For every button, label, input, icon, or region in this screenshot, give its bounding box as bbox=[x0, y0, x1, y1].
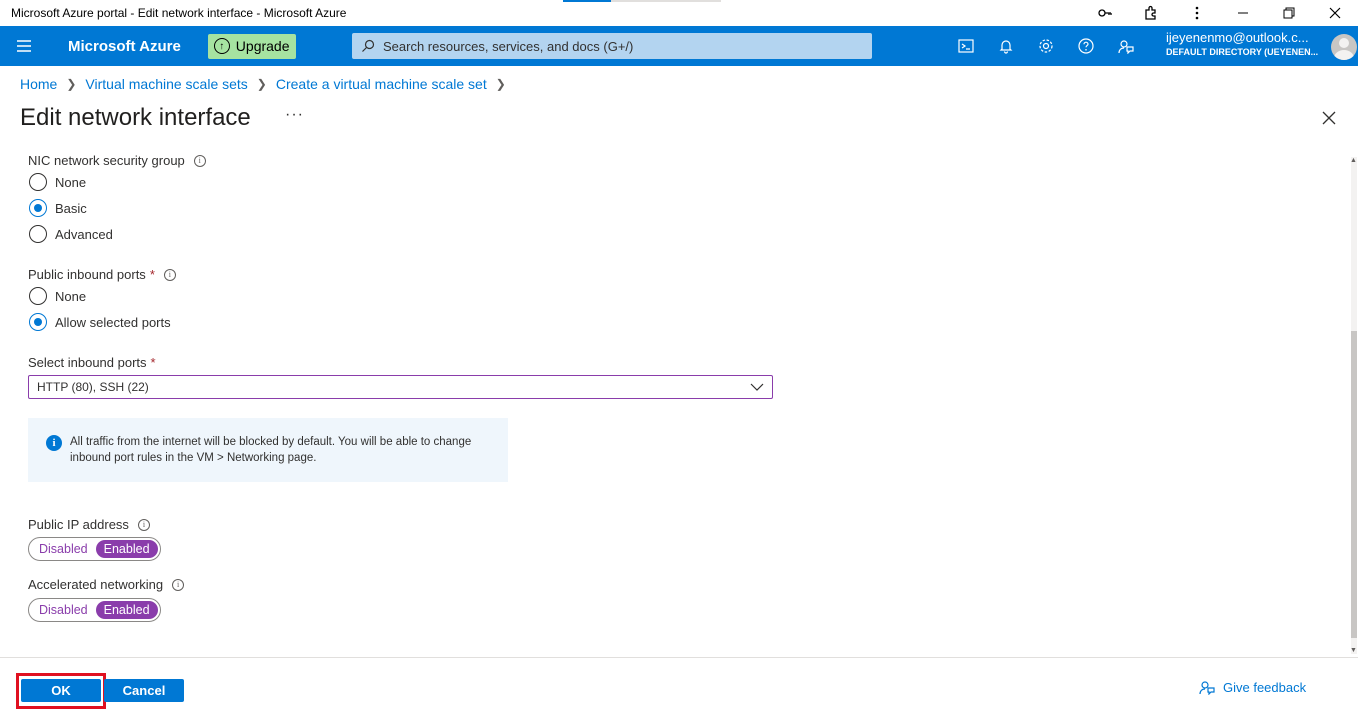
radio-inbound-none[interactable]: None bbox=[29, 287, 86, 305]
help-icon[interactable] bbox=[1066, 26, 1106, 66]
chevron-right-icon: ❯ bbox=[256, 77, 267, 91]
search-input[interactable]: Search resources, services, and docs (G+… bbox=[352, 33, 872, 59]
cancel-button[interactable]: Cancel bbox=[104, 679, 184, 702]
toggle-option-disabled[interactable]: Disabled bbox=[31, 601, 96, 619]
feedback-icon bbox=[1199, 681, 1215, 695]
radio-button[interactable] bbox=[29, 225, 47, 243]
breadcrumb-vmss[interactable]: Virtual machine scale sets bbox=[85, 76, 247, 92]
breadcrumb-home[interactable]: Home bbox=[20, 76, 57, 92]
give-feedback-link[interactable]: Give feedback bbox=[1199, 679, 1306, 695]
radio-button[interactable] bbox=[29, 313, 47, 331]
account-email: ijeyenenmo@outlook.c... bbox=[1166, 30, 1309, 45]
radio-inbound-allow[interactable]: Allow selected ports bbox=[29, 313, 171, 331]
scrollbar-thumb[interactable] bbox=[1351, 331, 1357, 638]
more-menu-icon[interactable] bbox=[1174, 0, 1220, 26]
chevron-right-icon: ❯ bbox=[495, 77, 506, 91]
inbound-ports-dropdown[interactable]: HTTP (80), SSH (22) bbox=[28, 375, 773, 399]
select-ports-label: Select inbound ports * bbox=[28, 355, 156, 370]
accelerated-label: Accelerated networking i bbox=[28, 577, 185, 592]
arrow-up-icon: ↑ bbox=[213, 38, 230, 54]
info-message: i All traffic from the internet will be … bbox=[28, 418, 508, 482]
form-content: NIC network security group i None Basic … bbox=[0, 150, 1348, 656]
scroll-up-icon[interactable]: ▲ bbox=[1350, 157, 1357, 164]
tab-indicator bbox=[563, 0, 611, 2]
breadcrumb-create-vmss[interactable]: Create a virtual machine scale set bbox=[276, 76, 487, 92]
info-icon[interactable]: i bbox=[163, 268, 176, 281]
nsg-label-text: NIC network security group bbox=[28, 153, 185, 168]
info-icon[interactable]: i bbox=[193, 154, 206, 167]
footer: OK Cancel Give feedback bbox=[0, 657, 1358, 725]
search-placeholder: Search resources, services, and docs (G+… bbox=[383, 38, 634, 54]
restore-icon[interactable] bbox=[1266, 0, 1312, 26]
chevron-right-icon: ❯ bbox=[66, 77, 77, 91]
radio-button[interactable] bbox=[29, 173, 47, 191]
info-filled-icon: i bbox=[46, 435, 62, 451]
chevron-down-icon bbox=[750, 383, 764, 391]
public-ip-toggle[interactable]: Disabled Enabled bbox=[28, 537, 161, 561]
toggle-option-disabled[interactable]: Disabled bbox=[31, 540, 96, 558]
toggle-option-enabled[interactable]: Enabled bbox=[95, 540, 158, 558]
search-icon bbox=[362, 39, 375, 52]
scrollbar[interactable]: ▲ ▼ bbox=[1349, 157, 1358, 654]
window-controls bbox=[1082, 0, 1358, 26]
public-inbound-label: Public inbound ports * i bbox=[28, 267, 176, 282]
account-menu[interactable]: ijeyenenmo@outlook.c... DEFAULT DIRECTOR… bbox=[1166, 30, 1326, 57]
accelerated-toggle[interactable]: Disabled Enabled bbox=[28, 598, 161, 622]
extensions-icon[interactable] bbox=[1128, 0, 1174, 26]
public-ip-label: Public IP address i bbox=[28, 517, 150, 532]
info-icon[interactable]: i bbox=[172, 578, 185, 591]
accelerated-label-text: Accelerated networking bbox=[28, 577, 164, 592]
radio-nsg-none[interactable]: None bbox=[29, 173, 86, 191]
give-feedback-label: Give feedback bbox=[1223, 679, 1307, 695]
topbar-actions bbox=[946, 26, 1146, 66]
page-title: Edit network interface bbox=[20, 104, 251, 131]
key-icon[interactable] bbox=[1082, 0, 1128, 26]
radio-label: Allow selected ports bbox=[55, 314, 171, 330]
tab-indicator-inactive bbox=[611, 0, 721, 2]
close-icon[interactable] bbox=[1321, 110, 1337, 126]
feedback-icon[interactable] bbox=[1106, 26, 1146, 66]
required-mark: * bbox=[149, 267, 155, 282]
radio-label: None bbox=[55, 288, 87, 304]
toggle-option-enabled[interactable]: Enabled bbox=[95, 601, 158, 619]
radio-label: None bbox=[55, 174, 87, 190]
account-directory: DEFAULT DIRECTORY (UEYENEN... bbox=[1166, 47, 1319, 57]
avatar[interactable] bbox=[1331, 34, 1357, 60]
upgrade-button[interactable]: ↑ Upgrade bbox=[207, 33, 296, 59]
dropdown-value: HTTP (80), SSH (22) bbox=[37, 380, 149, 394]
ok-button[interactable]: OK bbox=[21, 679, 101, 702]
radio-label: Basic bbox=[55, 200, 87, 216]
required-mark: * bbox=[150, 355, 156, 370]
select-ports-label-text: Select inbound ports bbox=[28, 355, 147, 370]
radio-button[interactable] bbox=[29, 199, 47, 217]
more-options-button[interactable]: ··· bbox=[285, 106, 304, 124]
radio-label: Advanced bbox=[55, 226, 113, 242]
cloud-shell-icon[interactable] bbox=[946, 26, 986, 66]
brand-link[interactable]: Microsoft Azure bbox=[68, 38, 181, 55]
window-titlebar: Microsoft Azure portal - Edit network in… bbox=[0, 0, 1358, 26]
menu-icon[interactable] bbox=[0, 26, 48, 66]
minimize-icon[interactable] bbox=[1220, 0, 1266, 26]
radio-button[interactable] bbox=[29, 287, 47, 305]
radio-nsg-advanced[interactable]: Advanced bbox=[29, 225, 113, 243]
notifications-icon[interactable] bbox=[986, 26, 1026, 66]
window-title: Microsoft Azure portal - Edit network in… bbox=[11, 6, 347, 20]
public-ip-label-text: Public IP address bbox=[28, 517, 129, 532]
close-window-icon[interactable] bbox=[1312, 0, 1358, 26]
public-inbound-label-text: Public inbound ports bbox=[28, 267, 146, 282]
upgrade-label: Upgrade bbox=[235, 38, 290, 54]
info-message-text: All traffic from the internet will be bl… bbox=[70, 436, 472, 464]
nsg-label: NIC network security group i bbox=[28, 153, 206, 168]
azure-topbar: Microsoft Azure ↑ Upgrade Search resourc… bbox=[0, 26, 1358, 66]
info-icon[interactable]: i bbox=[137, 518, 150, 531]
scroll-down-icon[interactable]: ▼ bbox=[1350, 647, 1357, 654]
breadcrumb: Home ❯ Virtual machine scale sets ❯ Crea… bbox=[20, 76, 515, 92]
settings-icon[interactable] bbox=[1026, 26, 1066, 66]
radio-nsg-basic[interactable]: Basic bbox=[29, 199, 87, 217]
